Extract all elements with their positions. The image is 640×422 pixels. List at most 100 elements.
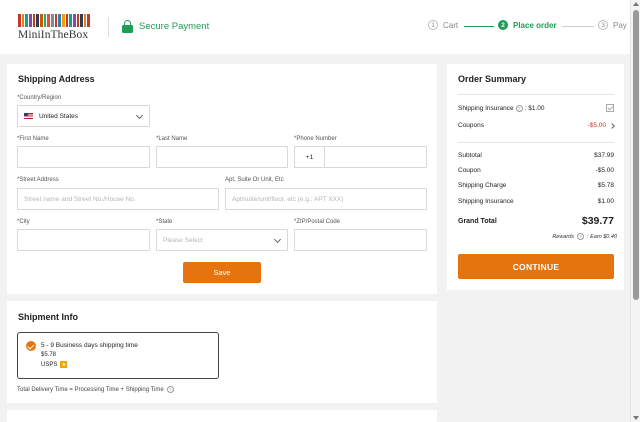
shipping-charge-row: Shipping Charge $5.78 — [458, 182, 614, 189]
lock-icon — [122, 20, 133, 33]
apt-input[interactable]: Apt/suite/unit/floor, etc (e.g.: APT XXX… — [225, 188, 427, 210]
logo-bar — [43, 14, 47, 27]
shipping-insurance-label: Shipping Insurance — [458, 198, 514, 205]
logo-bar — [50, 14, 54, 27]
logo-bar — [18, 14, 21, 27]
street-input[interactable]: Street name and Street No./House No. — [17, 188, 219, 210]
chevron-down-icon — [273, 235, 282, 244]
shipping-insurance-row: Shipping Insurance $1.00 — [458, 198, 614, 205]
save-button[interactable]: Save — [183, 262, 261, 283]
insurance-label: Shipping Insurance — [458, 104, 514, 112]
phone-label: *Phone Number — [294, 136, 337, 142]
last-name-label: *Last Name — [156, 136, 188, 142]
logo-barcode — [18, 14, 91, 27]
logo-bar — [61, 14, 65, 27]
zip-label: *ZIP/Postal Code — [294, 219, 341, 225]
city-input[interactable] — [17, 229, 150, 251]
state-placeholder: Please Select — [163, 236, 203, 244]
subtotal-label: Subtotal — [458, 152, 482, 159]
shipment-info-title: Shipment Info — [18, 312, 78, 322]
logo-bar — [83, 14, 87, 27]
logo-bar — [76, 14, 80, 27]
country-value: United States — [39, 112, 79, 120]
step-cart[interactable]: 1 Cart — [428, 20, 458, 30]
scroll-down-arrow-icon[interactable] — [633, 416, 639, 420]
header-divider — [108, 17, 109, 37]
step-number: 3 — [598, 20, 608, 30]
zip-input[interactable] — [294, 229, 427, 251]
selected-check-icon — [26, 341, 36, 351]
coupons-value: -$5.00 — [587, 122, 606, 129]
coupons-row[interactable]: Coupons -$5.00 — [458, 122, 615, 129]
grand-total-label: Grand Total — [458, 217, 497, 225]
logo-bar — [54, 14, 58, 27]
shipping-option[interactable]: 5 - 9 Business days shipping time $5.78 … — [17, 332, 219, 379]
help-icon[interactable]: ? — [577, 233, 585, 240]
step-pay: 3 Pay — [598, 20, 627, 30]
step-label: Place order — [513, 20, 557, 30]
insurance-checkbox[interactable] — [606, 104, 614, 112]
insurance-value: : $1.00 — [524, 104, 545, 112]
country-label: *Country/Region — [17, 95, 62, 101]
scroll-up-arrow-icon[interactable] — [633, 2, 639, 6]
logo-bar — [28, 14, 32, 27]
step-number: 2 — [498, 20, 508, 30]
secure-payment: Secure Payment — [122, 20, 209, 33]
us-flag-icon — [24, 113, 33, 119]
scroll-thumb[interactable] — [633, 10, 639, 300]
grand-total-value: $39.77 — [581, 215, 614, 227]
subtotal-row: Subtotal $37.99 — [458, 152, 614, 159]
shipping-insurance-value: $1.00 — [597, 198, 614, 205]
phone-input[interactable] — [324, 146, 427, 168]
state-select[interactable]: Please Select — [156, 229, 288, 251]
logo-bar — [36, 14, 39, 27]
divider — [458, 142, 614, 143]
logo-bar — [58, 14, 61, 27]
logo-text: MiniInTheBox — [18, 29, 89, 41]
street-label: *Street Address — [17, 177, 59, 183]
page-scrollbar[interactable] — [630, 0, 640, 422]
first-name-input[interactable] — [17, 146, 150, 168]
total-delivery-time: Total Delivery Time = Processing Time + … — [17, 386, 174, 393]
country-select[interactable]: United States — [17, 105, 150, 127]
step-place-order: 2 Place order — [498, 20, 557, 30]
site-header: MiniInTheBox Secure Payment 1 Cart 2 Pla… — [0, 0, 640, 54]
next-section-card — [7, 410, 437, 422]
brand-logo[interactable]: MiniInTheBox — [18, 14, 91, 41]
carrier-name: USPS — [41, 361, 58, 368]
help-icon[interactable]: ? — [515, 104, 523, 112]
step-label: Cart — [443, 20, 459, 30]
phone-country-code[interactable]: +1 — [294, 146, 325, 168]
rewards-label: Rewards — [552, 233, 575, 240]
logo-bar — [47, 14, 50, 27]
shipping-option-carrier: USPS ★ — [41, 361, 68, 368]
chevron-right-icon — [609, 122, 615, 129]
subtotal-value: $37.99 — [594, 152, 614, 159]
chevron-down-icon — [135, 111, 144, 120]
logo-bar — [65, 14, 69, 27]
logo-bar — [72, 14, 76, 27]
logo-bar — [25, 14, 28, 27]
last-name-input[interactable] — [156, 146, 288, 168]
continue-button[interactable]: CONTINUE — [458, 254, 614, 279]
apt-label: Apt, Suite Or Unit, Etc — [225, 177, 284, 183]
logo-bar — [32, 14, 36, 27]
state-label: *State — [156, 219, 173, 225]
shipping-option-title: 5 - 9 Business days shipping time — [41, 342, 138, 349]
step-number: 1 — [428, 20, 438, 30]
help-icon[interactable]: ? — [166, 386, 174, 393]
logo-bar — [87, 14, 91, 27]
shipping-charge-label: Shipping Charge — [458, 182, 507, 189]
shipping-address-card: Shipping Address — [7, 64, 437, 294]
coupon-label: Coupon — [458, 167, 481, 174]
checkout-steps: 1 Cart 2 Place order 3 Pay — [428, 20, 640, 34]
shipping-charge-value: $5.78 — [597, 182, 614, 189]
logo-bar — [39, 14, 43, 27]
insurance-row: Shipping Insurance ? : $1.00 — [458, 104, 614, 112]
order-summary-title: Order Summary — [458, 74, 527, 84]
total-delivery-time-text: Total Delivery Time = Processing Time + … — [17, 386, 164, 393]
divider — [458, 94, 614, 95]
grand-total-row: Grand Total $39.77 — [458, 215, 614, 227]
first-name-label: *First Name — [17, 136, 49, 142]
logo-bar — [69, 14, 72, 27]
